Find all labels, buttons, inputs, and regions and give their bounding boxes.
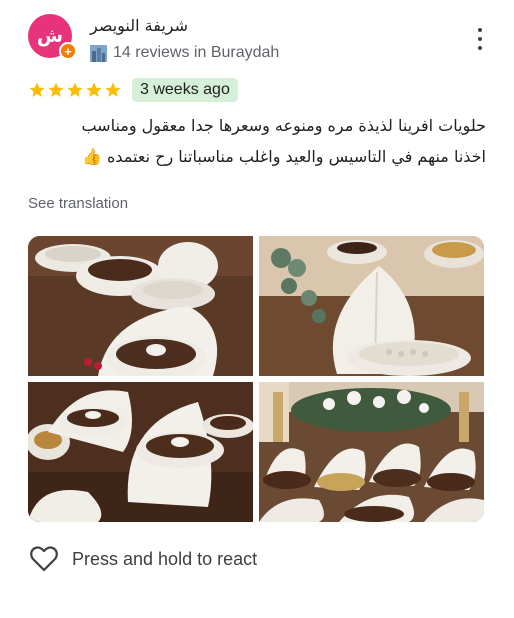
local-guide-badge-icon: + bbox=[59, 42, 77, 60]
star-rating bbox=[28, 81, 122, 99]
more-options-icon[interactable] bbox=[470, 26, 490, 52]
rating-row: 3 weeks ago bbox=[28, 78, 238, 102]
react-button[interactable]: Press and hold to react bbox=[30, 546, 257, 572]
review-time-chip: 3 weeks ago bbox=[132, 78, 238, 102]
dessert-platters-photo bbox=[28, 236, 253, 376]
review-text: حلويات افرينا لذيذة مره ومنوعه وسعرها جد… bbox=[28, 110, 486, 172]
star-icon bbox=[29, 82, 45, 97]
star-icon bbox=[67, 82, 83, 97]
star-icon bbox=[48, 82, 64, 97]
review-line: اخذنا منهم في التاسيس والعيد واغلب مناسب… bbox=[82, 147, 486, 166]
city-icon bbox=[90, 44, 107, 62]
react-label: Press and hold to react bbox=[72, 548, 258, 569]
review-photo-grid bbox=[28, 236, 484, 522]
review-photo[interactable] bbox=[28, 382, 253, 522]
review-photo[interactable] bbox=[28, 236, 253, 376]
see-translation-link[interactable]: See translation bbox=[28, 195, 128, 212]
review-header: ش + شريفة النويصر 14 reviews in Buraydah bbox=[28, 14, 486, 68]
avatar-initial: ش bbox=[36, 25, 64, 47]
star-icon bbox=[86, 82, 102, 97]
star-icon bbox=[105, 82, 121, 97]
leaf-bowl-sweets-photo bbox=[259, 236, 484, 376]
reviewer-meta-text: 14 reviews in Buraydah bbox=[113, 44, 280, 61]
review-photo[interactable] bbox=[259, 236, 484, 376]
review-photo[interactable] bbox=[259, 382, 484, 522]
chocolate-bowls-photo bbox=[28, 382, 253, 522]
reviewer-meta: 14 reviews in Buraydah bbox=[90, 44, 279, 62]
reviewer-name[interactable]: شريفة النويصر bbox=[90, 16, 188, 35]
heart-icon bbox=[30, 546, 58, 572]
review-line: حلويات افرينا لذيذة مره ومنوعه وسعرها جد… bbox=[81, 116, 486, 135]
dessert-table-flowers-photo bbox=[259, 382, 484, 522]
